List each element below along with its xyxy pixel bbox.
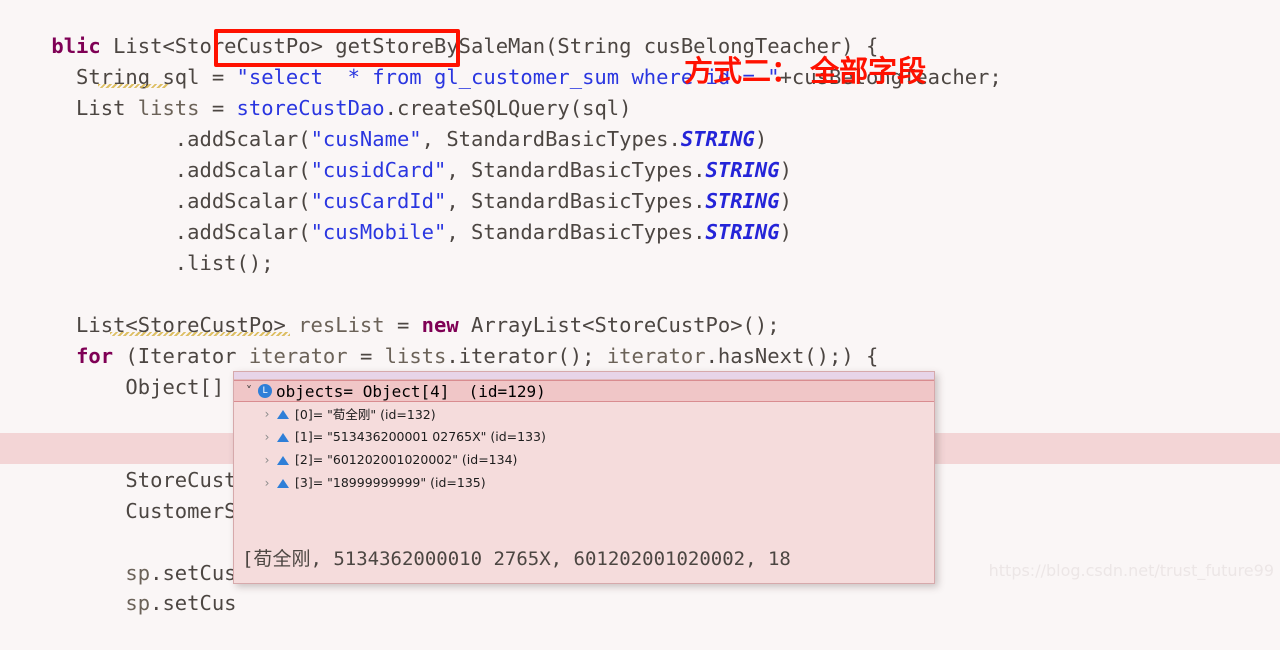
chevron-right-icon[interactable]: › (260, 407, 274, 421)
tree-row[interactable]: › [3]= "18999999999" (id=135) (234, 471, 934, 494)
tree-row[interactable]: › [2]= "601202001020002" (id=134) (234, 448, 934, 471)
code-line-1: blic List<StoreCustPo> getStoreBySaleMan… (51, 34, 879, 58)
popup-top-strip (234, 372, 934, 380)
popup-header-row[interactable]: ˅ L objects= Object[4] (id=129) (234, 380, 934, 402)
code-line-10: List<StoreCustPo> resList = new ArrayLis… (51, 313, 780, 337)
warning-underline-lists (98, 84, 168, 88)
watermark: https://blog.csdn.net/trust_future99 (988, 561, 1274, 580)
popup-header-label: objects= Object[4] (id=129) (276, 381, 546, 401)
tree-row-label: [2]= "601202001020002" (id=134) (295, 452, 518, 467)
code-line-6: .addScalar("cusCardId", StandardBasicTyp… (51, 189, 792, 213)
chevron-down-icon[interactable]: ˅ (242, 384, 256, 398)
chevron-right-icon[interactable]: › (260, 476, 274, 490)
warning-underline-iterator (110, 332, 290, 336)
public-field-icon (276, 430, 290, 444)
public-field-icon (276, 476, 290, 490)
tree-row-label: [0]= "荀全刚" (id=132) (295, 407, 436, 422)
public-field-icon (276, 407, 290, 421)
code-line-5: .addScalar("cusidCard", StandardBasicTyp… (51, 158, 792, 182)
code-line-12: Object[] objects = (Object[]) iterator.n… (51, 375, 693, 399)
tree-row-label: [1]= "513436200001 02765X" (id=133) (295, 429, 546, 444)
chevron-right-icon[interactable]: › (260, 430, 274, 444)
annotation-note: 方式二： 全部字段 (684, 54, 927, 88)
popup-value-text: [荀全刚, 5134362000010 2765X, 6012020010200… (242, 548, 791, 570)
local-variable-icon: L (258, 384, 272, 398)
tree-row[interactable]: › [1]= "513436200001 02765X" (id=133) (234, 425, 934, 448)
debug-variable-popup[interactable]: ˅ L objects= Object[4] (id=129) › [0]= "… (233, 371, 935, 584)
tree-row-label: [3]= "18999999999" (id=135) (295, 475, 486, 490)
code-line-2: String sql = "select * from gl_customer_… (51, 65, 1002, 89)
chevron-right-icon[interactable]: › (260, 453, 274, 467)
code-line-4: .addScalar("cusName", StandardBasicTypes… (51, 127, 768, 151)
code-line-7: .addScalar("cusMobile", StandardBasicTyp… (51, 220, 792, 244)
code-line-3: List lists = storeCustDao.createSQLQuery… (51, 96, 632, 120)
code-line-8: .list(); (51, 251, 274, 275)
code-line-11: for (Iterator iterator = lists.iterator(… (76, 344, 879, 368)
public-field-icon (276, 453, 290, 467)
tree-row[interactable]: › [0]= "荀全刚" (id=132) (234, 402, 934, 425)
